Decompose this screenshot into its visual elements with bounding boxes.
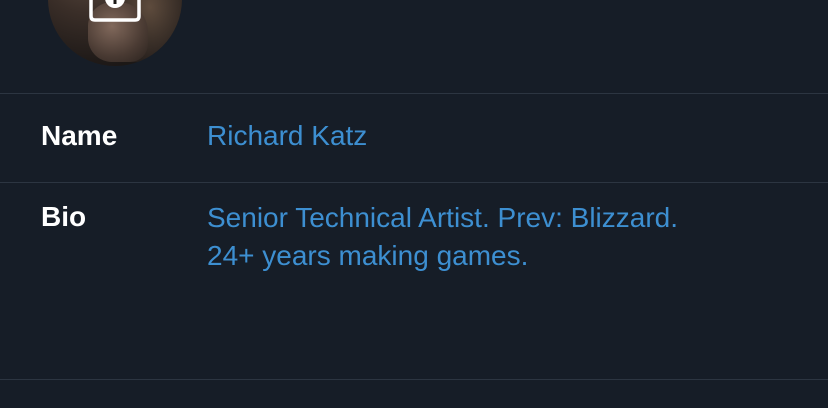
edit-profile-screen: Name Richard Katz Bio Senior Technical A… bbox=[0, 0, 828, 408]
name-label: Name bbox=[41, 120, 118, 151]
divider-top bbox=[0, 93, 828, 94]
avatar-photo-hand bbox=[88, 2, 148, 62]
bio-line-2[interactable]: 24+ years making games. bbox=[207, 237, 797, 275]
bio-field[interactable]: Senior Technical Artist. Prev: Blizzard.… bbox=[207, 199, 797, 275]
divider-bottom bbox=[0, 379, 828, 380]
name-value[interactable]: Richard Katz bbox=[207, 117, 797, 155]
divider-name-bio bbox=[0, 182, 828, 183]
bio-label: Bio bbox=[41, 201, 87, 232]
name-field[interactable]: Richard Katz bbox=[207, 117, 797, 155]
profile-avatar[interactable] bbox=[48, 0, 182, 66]
bio-line-1[interactable]: Senior Technical Artist. Prev: Blizzard. bbox=[207, 199, 797, 237]
